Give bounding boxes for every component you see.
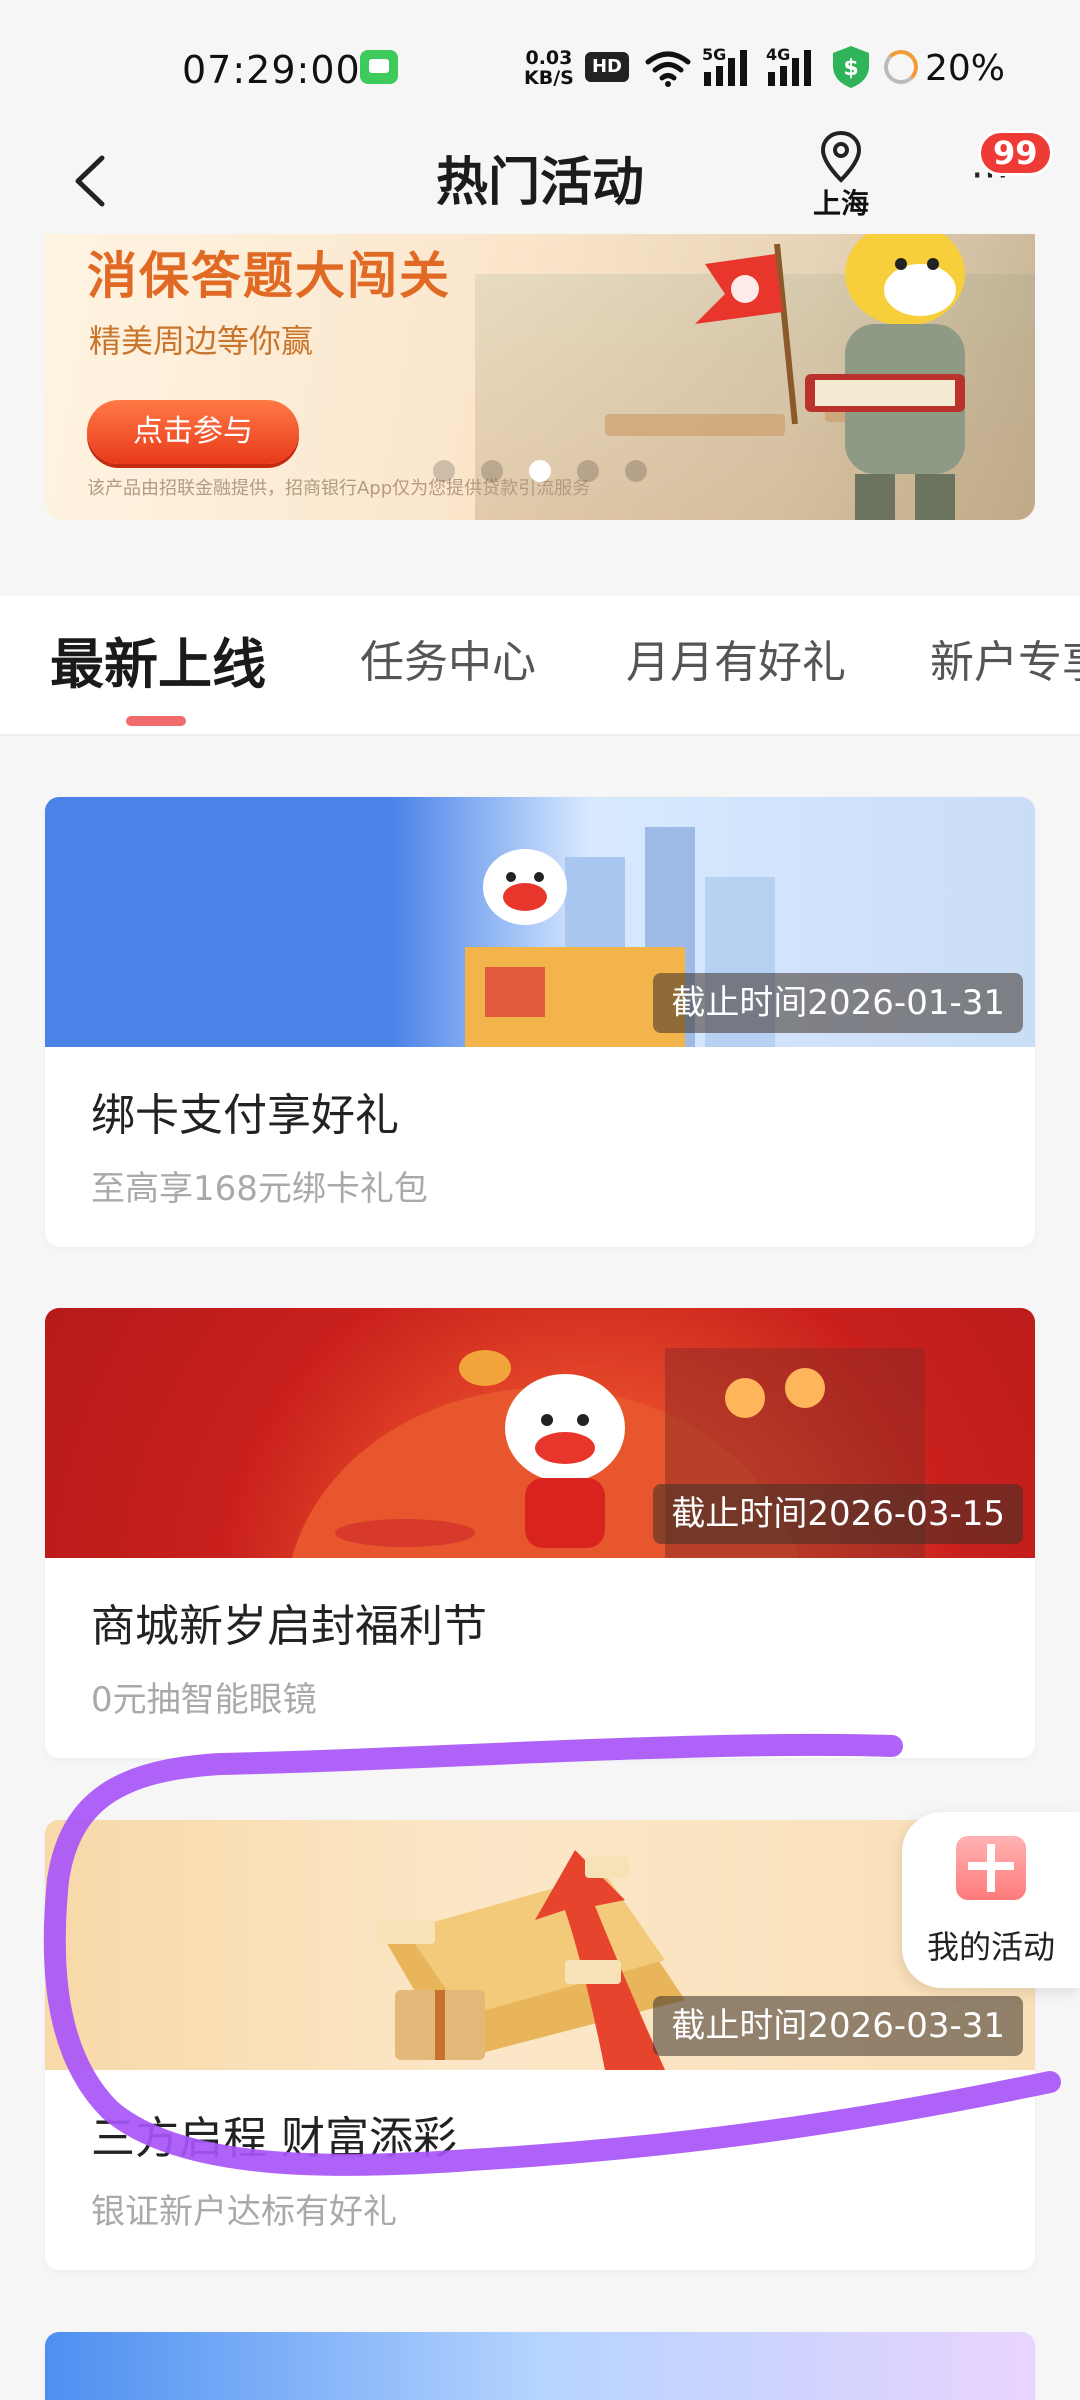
- network-speed-unit: KB/S: [524, 67, 574, 89]
- carousel-dot[interactable]: [577, 460, 599, 482]
- signal-5g-label: 5G: [702, 46, 726, 64]
- battery-percent: 20%: [925, 48, 1006, 89]
- activity-subtitle: 至高享168元绑卡礼包: [91, 1169, 428, 1209]
- carousel-dot-active[interactable]: [529, 460, 551, 482]
- hd-voice-icon: HD: [585, 52, 629, 82]
- signal-4g-icon: 4G: [766, 46, 811, 86]
- activity-title: 商城新岁启封福利节: [91, 1601, 487, 1652]
- tab-new-customer[interactable]: 新户专享: [930, 626, 1080, 690]
- status-bar: 07:29:00 0.03 KB/S HD 5G 4G $ 20%: [0, 0, 1080, 130]
- network-speed: 0.03 KB/S: [524, 48, 574, 88]
- carousel-dot[interactable]: [433, 460, 455, 482]
- activity-card-image: [45, 2332, 1035, 2400]
- message-app-icon: [360, 50, 398, 84]
- banner-join-button[interactable]: 点击参与: [87, 400, 299, 464]
- carousel-dot[interactable]: [481, 460, 503, 482]
- carousel-dot[interactable]: [625, 460, 647, 482]
- deadline-badge: 截止时间2026-03-31: [653, 1996, 1023, 2056]
- activity-subtitle: 银证新户达标有好礼: [91, 2192, 397, 2232]
- activity-title: 绑卡支付享好礼: [91, 1090, 399, 1141]
- wifi-icon: [645, 51, 691, 87]
- security-shield-icon: $: [833, 46, 869, 88]
- network-speed-value: 0.03: [525, 47, 573, 69]
- notification-badge: 99: [978, 130, 1053, 176]
- activity-card[interactable]: 截止时间2026-01-31 绑卡支付享好礼 至高享168元绑卡礼包: [45, 797, 1035, 1247]
- app-header: 热门活动 上海 ··· 99: [0, 130, 1080, 234]
- deadline-badge: 截止时间2026-01-31: [653, 973, 1023, 1033]
- status-time: 07:29:00: [182, 48, 361, 92]
- tab-monthly-gifts[interactable]: 月月有好礼: [626, 626, 846, 690]
- banner-subtitle: 精美周边等你赢: [89, 322, 314, 360]
- activity-card[interactable]: [45, 2332, 1035, 2400]
- location-pin-icon: [820, 130, 862, 183]
- activity-card[interactable]: 截止时间2026-03-31 三方启程 财富添彩 银证新户达标有好礼: [45, 1820, 1035, 2270]
- activity-title: 三方启程 财富添彩: [91, 2113, 457, 2164]
- promo-banner[interactable]: 消保答题大闯关 精美周边等你赢 点击参与 该产品由招联金融提供，招商银行App仅…: [45, 234, 1035, 520]
- category-tabs: 最新上线 任务中心 月月有好礼 新户专享: [0, 596, 1080, 736]
- tab-task-center[interactable]: 任务中心: [360, 626, 536, 690]
- activity-card[interactable]: 截止时间2026-03-15 商城新岁启封福利节 0元抽智能眼镜: [45, 1308, 1035, 1758]
- signal-4g-label: 4G: [766, 46, 790, 64]
- location-selector[interactable]: 上海: [806, 130, 876, 234]
- battery-icon: [884, 50, 918, 84]
- active-tab-indicator: [126, 716, 186, 726]
- banner-title: 消保答题大闯关: [87, 247, 451, 305]
- gift-icon: [956, 1836, 1026, 1900]
- carousel-dots: [433, 460, 647, 482]
- deadline-badge: 截止时间2026-03-15: [653, 1484, 1023, 1544]
- mascot-with-flag-illustration: [695, 234, 965, 520]
- my-activities-button[interactable]: 我的活动: [902, 1812, 1080, 1988]
- activity-subtitle: 0元抽智能眼镜: [91, 1680, 317, 1720]
- signal-5g-icon: 5G: [702, 46, 747, 86]
- location-label: 上海: [812, 187, 869, 220]
- page-title: 热门活动: [435, 153, 644, 213]
- svg-text:$: $: [843, 56, 858, 81]
- tab-latest[interactable]: 最新上线: [50, 620, 266, 699]
- my-activities-label: 我的活动: [926, 1928, 1055, 1966]
